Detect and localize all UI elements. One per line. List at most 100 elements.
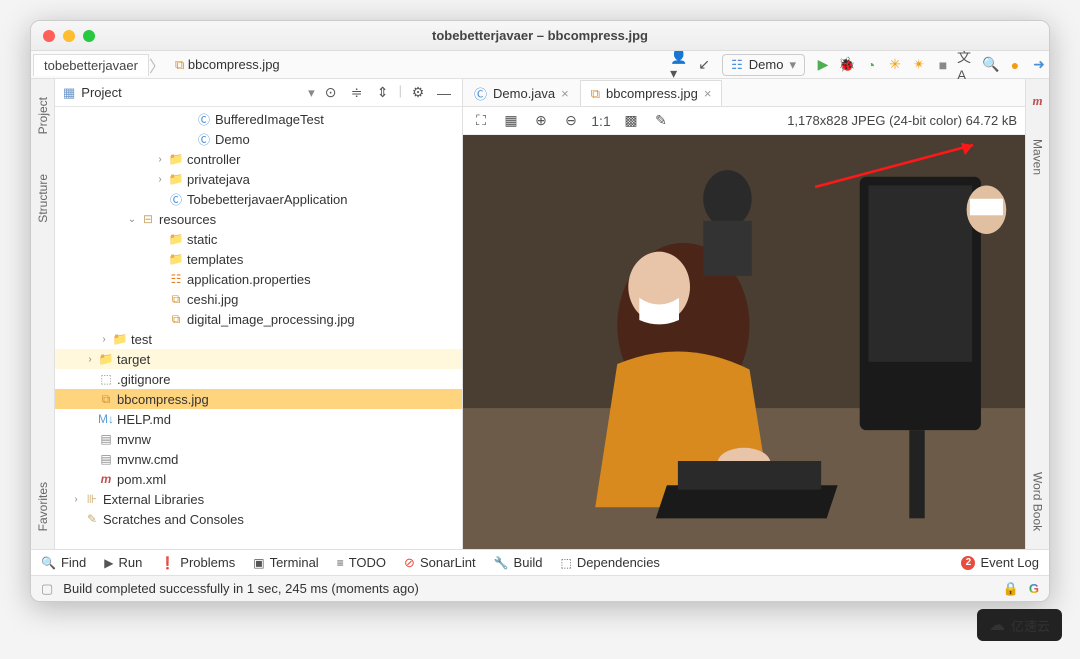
profile-icon[interactable]: ✳ xyxy=(885,55,905,75)
left-tab-favorites[interactable]: Favorites xyxy=(36,482,50,531)
debug-icon[interactable]: 🐞 xyxy=(837,55,857,75)
right-tab-maven[interactable]: Maven xyxy=(1031,139,1045,175)
minimize-window-button[interactable] xyxy=(63,30,75,42)
tree-node[interactable]: ›📁privatejava xyxy=(55,169,462,189)
tree-label: BufferedImageTest xyxy=(213,112,324,127)
tree-label: digital_image_processing.jpg xyxy=(185,312,355,327)
tree-node[interactable]: ·⧉bbcompress.jpg xyxy=(55,389,462,409)
bottom-tool-find[interactable]: 🔍 Find xyxy=(41,555,86,570)
left-tab-structure[interactable]: Structure xyxy=(36,174,50,223)
bottom-tool-dependencies[interactable]: ⬚ Dependencies xyxy=(560,555,659,570)
tree-caret[interactable]: › xyxy=(69,494,83,505)
fit-icon[interactable]: ⛶ xyxy=(471,111,491,131)
run-icon[interactable]: ▶ xyxy=(813,55,833,75)
tree-label: mvnw.cmd xyxy=(115,452,178,467)
project-tree[interactable]: ·ⒸBufferedImageTest·ⒸDemo›📁controller›📁p… xyxy=(55,107,462,549)
tree-label: target xyxy=(115,352,150,367)
google-icon[interactable]: G xyxy=(1029,581,1039,597)
tab-label: bbcompress.jpg xyxy=(606,86,698,101)
bottom-tool-problems[interactable]: ❗ Problems xyxy=(160,555,235,570)
image-info-label: 1,178x828 JPEG (24-bit color) 64.72 kB xyxy=(787,113,1017,128)
tree-node[interactable]: ›📁test xyxy=(55,329,462,349)
lock-icon[interactable]: 🔒 xyxy=(1003,581,1019,597)
left-tab-project[interactable]: Project xyxy=(36,97,50,134)
tree-node[interactable]: ·ⒸBufferedImageTest xyxy=(55,109,462,129)
tree-node[interactable]: ·mpom.xml xyxy=(55,469,462,489)
tree-node[interactable]: ·▤mvnw.cmd xyxy=(55,449,462,469)
tree-node[interactable]: ›📁target xyxy=(55,349,462,369)
maximize-window-button[interactable] xyxy=(83,30,95,42)
tab-close-icon[interactable]: × xyxy=(561,86,569,101)
bottom-tool-run[interactable]: ▶ Run xyxy=(104,555,142,570)
tree-node[interactable]: ·M↓HELP.md xyxy=(55,409,462,429)
ide-settings-icon[interactable]: ➜ xyxy=(1029,55,1049,75)
tree-node[interactable]: ⌄⊟resources xyxy=(55,209,462,229)
tree-label: HELP.md xyxy=(115,412,171,427)
tree-node[interactable]: ·📁static xyxy=(55,229,462,249)
tree-label: pom.xml xyxy=(115,472,166,487)
image-viewport[interactable] xyxy=(463,135,1025,549)
traffic-lights xyxy=(43,30,95,42)
tree-label: bbcompress.jpg xyxy=(115,392,209,407)
tree-node[interactable]: ·⧉ceshi.jpg xyxy=(55,289,462,309)
event-count-badge: 2 xyxy=(961,556,975,570)
right-tab-wordbook[interactable]: Word Book xyxy=(1031,472,1045,531)
profile2-icon[interactable]: ✴ xyxy=(909,55,929,75)
editor-tab[interactable]: ⧉bbcompress.jpg× xyxy=(580,80,723,106)
zoom-in-icon[interactable]: ⊕ xyxy=(531,111,551,131)
grid-icon[interactable]: ▦ xyxy=(501,111,521,131)
tree-node[interactable]: ›📁controller xyxy=(55,149,462,169)
hide-icon[interactable]: — xyxy=(434,83,454,103)
breadcrumb-separator: 〉 xyxy=(149,53,165,77)
gear-icon[interactable]: ⚙ xyxy=(408,83,428,103)
tree-caret[interactable]: › xyxy=(153,154,167,165)
bottom-tool-sonarlint[interactable]: ⊘ SonarLint xyxy=(404,555,476,571)
editor-tab[interactable]: ⒸDemo.java× xyxy=(463,80,580,106)
search-everywhere-icon[interactable]: 🔍 xyxy=(981,55,1001,75)
breadcrumb-root[interactable]: tobebetterjavaer xyxy=(33,54,149,76)
window-title: tobebetterjavaer – bbcompress.jpg xyxy=(432,28,648,43)
breadcrumb-file: ⧉ bbcompress.jpg xyxy=(165,57,290,73)
tab-close-icon[interactable]: × xyxy=(704,86,712,101)
close-window-button[interactable] xyxy=(43,30,55,42)
bottom-tool-terminal[interactable]: ▣ Terminal xyxy=(253,555,318,570)
coverage-icon[interactable]: ◔ xyxy=(861,55,881,75)
tree-node[interactable]: ·ⒸTobebetterjavaerApplication xyxy=(55,189,462,209)
tree-node[interactable]: ·⬚.gitignore xyxy=(55,369,462,389)
run-config-selector[interactable]: ☷ Demo ▾ xyxy=(722,54,805,76)
vcs-icon[interactable]: 👤▾ xyxy=(670,55,690,75)
expand-icon[interactable]: ≑ xyxy=(347,83,367,103)
zoom-out-icon[interactable]: ⊖ xyxy=(561,111,581,131)
event-log-button[interactable]: 2 Event Log xyxy=(961,555,1039,570)
translate-icon[interactable]: 文A xyxy=(957,55,977,75)
tree-label: privatejava xyxy=(185,172,250,187)
tree-label: .gitignore xyxy=(115,372,170,387)
tree-caret[interactable]: › xyxy=(97,334,111,345)
tree-caret[interactable]: › xyxy=(83,354,97,365)
stop-icon[interactable]: ■ xyxy=(933,55,953,75)
tree-node[interactable]: ·▤mvnw xyxy=(55,429,462,449)
status-message: Build completed successfully in 1 sec, 2… xyxy=(63,581,419,596)
tree-node[interactable]: ·📁templates xyxy=(55,249,462,269)
tab-label: Demo.java xyxy=(493,86,555,101)
tree-node[interactable]: ·✎Scratches and Consoles xyxy=(55,509,462,529)
tree-node[interactable]: ·☷application.properties xyxy=(55,269,462,289)
locate-icon[interactable]: ⊙ xyxy=(321,83,341,103)
image-content xyxy=(463,135,1025,549)
ide-update-icon[interactable]: ● xyxy=(1005,55,1025,75)
bottom-tool-todo[interactable]: ≡ TODO xyxy=(337,555,386,570)
tree-node[interactable]: ·ⒸDemo xyxy=(55,129,462,149)
color-picker-icon[interactable]: ✎ xyxy=(651,111,671,131)
update-icon[interactable]: ↙ xyxy=(694,55,714,75)
actual-size-icon[interactable]: 1:1 xyxy=(591,111,611,131)
tree-node[interactable]: ·⧉digital_image_processing.jpg xyxy=(55,309,462,329)
tree-caret[interactable]: ⌄ xyxy=(125,214,139,225)
tree-label: External Libraries xyxy=(101,492,204,507)
collapse-icon[interactable]: ⇕ xyxy=(373,83,393,103)
tree-caret[interactable]: › xyxy=(153,174,167,185)
transparency-icon[interactable]: ▩ xyxy=(621,111,641,131)
project-pane-header: ▦ Project ▾ ⊙ ≑ ⇕ | ⚙ — xyxy=(55,79,462,107)
project-pane-title[interactable]: Project xyxy=(81,85,302,100)
tree-node[interactable]: ›⊪External Libraries xyxy=(55,489,462,509)
bottom-tool-build[interactable]: 🔧 Build xyxy=(494,555,543,570)
